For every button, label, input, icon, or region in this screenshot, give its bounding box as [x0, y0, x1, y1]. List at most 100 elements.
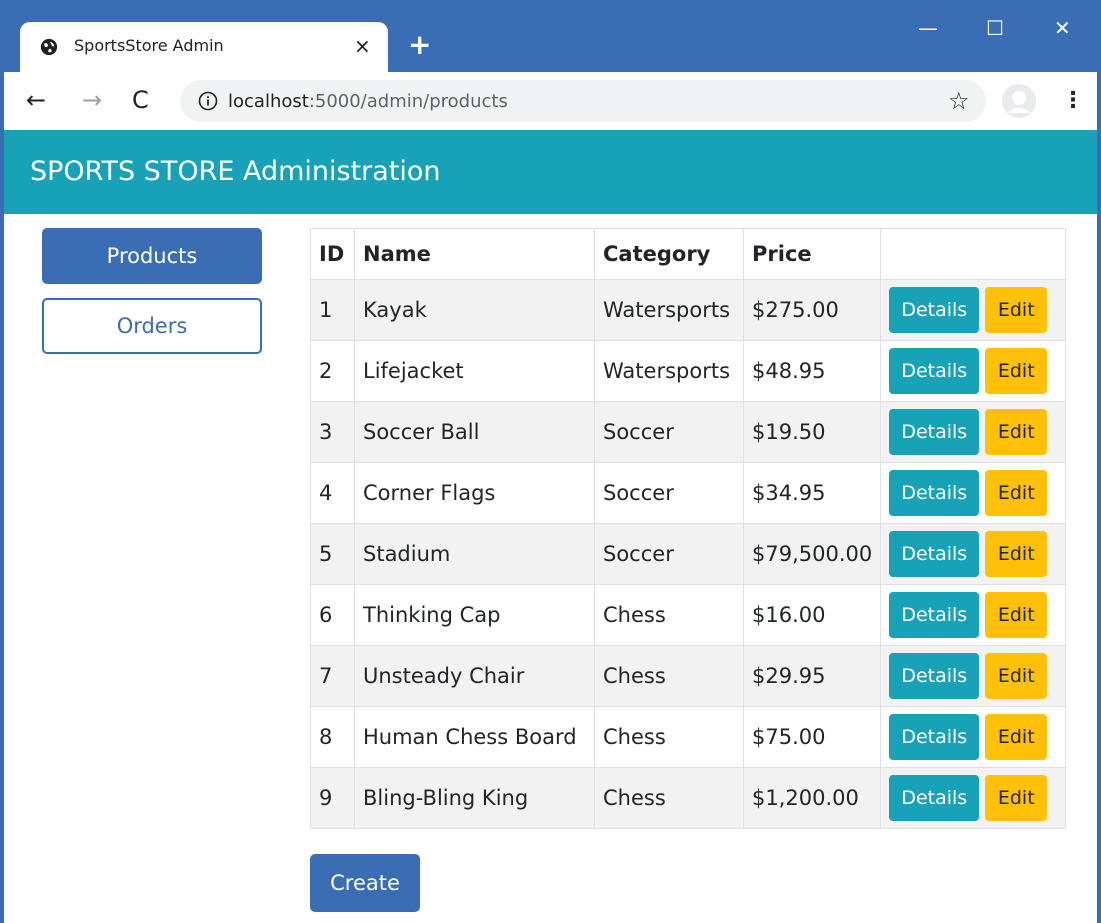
- cell-id: 2: [310, 340, 355, 402]
- cell-name: Lifejacket: [354, 340, 595, 402]
- page-header: SPORTS STORE Administration: [4, 130, 1097, 214]
- back-arrow-icon[interactable]: ←: [26, 86, 46, 114]
- maximize-icon[interactable]: ☐: [986, 16, 1004, 40]
- cell-name: Stadium: [354, 523, 595, 585]
- column-header-name: Name: [354, 228, 595, 280]
- table-row: 8 Human Chess Board Chess $75.00 Details Edit: [310, 706, 1067, 768]
- cell-price: $1,200.00: [742, 767, 882, 829]
- new-tab-icon[interactable]: +: [408, 30, 431, 60]
- edit-button[interactable]: Edit: [985, 531, 1048, 577]
- products-table: ID Name Category Price 1 Kayak Watersports…: [310, 228, 1067, 829]
- details-button[interactable]: Details: [889, 653, 980, 699]
- cell-name: Unsteady Chair: [354, 645, 595, 707]
- cell-price: $48.95: [742, 340, 882, 402]
- details-button[interactable]: Details: [889, 714, 980, 760]
- table-row: 4 Corner Flags Soccer $34.95 Details Edit: [310, 462, 1067, 524]
- page-title: SPORTS STORE Administration: [30, 156, 441, 187]
- details-button[interactable]: Details: [889, 592, 980, 638]
- cell-name: Bling-Bling King: [354, 767, 595, 829]
- cell-id: 6: [310, 584, 355, 646]
- tab-bar: SportsStore Admin × + — ☐ ✕: [4, 0, 1097, 72]
- cell-id: 5: [310, 523, 355, 585]
- cell-name: Human Chess Board: [354, 706, 595, 768]
- table-row: 9 Bling-Bling King Chess $1,200.00 Details Ed…: [310, 767, 1067, 829]
- column-header-actions: [880, 228, 1067, 280]
- cell-actions: Details Edit: [880, 584, 1067, 646]
- cell-price: $275.00: [742, 279, 882, 341]
- cell-category: Soccer: [594, 462, 744, 524]
- details-button[interactable]: Details: [889, 287, 980, 333]
- table-header-row: ID Name Category Price: [310, 228, 1067, 280]
- browser-window: SportsStore Admin × + — ☐ ✕ ← → C localh…: [0, 0, 1101, 923]
- details-button[interactable]: Details: [889, 531, 980, 577]
- cell-category: Chess: [594, 767, 744, 829]
- edit-button[interactable]: Edit: [985, 653, 1048, 699]
- cell-actions: Details Edit: [880, 462, 1067, 524]
- edit-button[interactable]: Edit: [985, 409, 1048, 455]
- browser-menu-icon[interactable]: ⋮: [1062, 88, 1084, 114]
- edit-button[interactable]: Edit: [985, 775, 1048, 821]
- column-header-id: ID: [310, 228, 355, 280]
- details-button[interactable]: Details: [889, 348, 980, 394]
- cell-price: $29.95: [742, 645, 882, 707]
- details-button[interactable]: Details: [889, 470, 980, 516]
- bookmark-star-icon[interactable]: ☆: [948, 88, 970, 114]
- details-button[interactable]: Details: [889, 409, 980, 455]
- cell-id: 9: [310, 767, 355, 829]
- browser-tab[interactable]: SportsStore Admin ×: [20, 22, 388, 72]
- url-path: :5000/admin/products: [308, 91, 508, 112]
- minimize-icon[interactable]: —: [918, 16, 938, 40]
- cell-name: Corner Flags: [354, 462, 595, 524]
- info-icon[interactable]: [198, 91, 218, 111]
- table-row: 6 Thinking Cap Chess $16.00 Details Edit: [310, 584, 1067, 646]
- sidebar-item-orders[interactable]: Orders: [42, 298, 262, 354]
- cell-actions: Details Edit: [880, 279, 1067, 341]
- forward-arrow-icon[interactable]: →: [82, 86, 102, 114]
- cell-price: $79,500.00: [742, 523, 882, 585]
- cell-category: Chess: [594, 584, 744, 646]
- edit-button[interactable]: Edit: [985, 287, 1048, 333]
- table-body: 1 Kayak Watersports $275.00 Details Edit 2 Life…: [310, 279, 1067, 829]
- cell-category: Soccer: [594, 523, 744, 585]
- cell-price: $34.95: [742, 462, 882, 524]
- edit-button[interactable]: Edit: [985, 470, 1048, 516]
- create-button[interactable]: Create: [310, 854, 420, 912]
- url-host: localhost: [228, 91, 309, 112]
- cell-price: $16.00: [742, 584, 882, 646]
- sidebar-item-products[interactable]: Products: [42, 228, 262, 284]
- cell-category: Watersports: [594, 279, 744, 341]
- edit-button[interactable]: Edit: [985, 714, 1048, 760]
- cell-id: 7: [310, 645, 355, 707]
- details-button[interactable]: Details: [889, 775, 980, 821]
- cell-category: Soccer: [594, 401, 744, 463]
- cell-actions: Details Edit: [880, 401, 1067, 463]
- tab-title: SportsStore Admin: [74, 36, 224, 55]
- column-header-category: Category: [594, 228, 744, 280]
- cell-actions: Details Edit: [880, 767, 1067, 829]
- cell-actions: Details Edit: [880, 706, 1067, 768]
- edit-button[interactable]: Edit: [985, 592, 1048, 638]
- table-row: 2 Lifejacket Watersports $48.95 Details Edit: [310, 340, 1067, 402]
- cell-name: Kayak: [354, 279, 595, 341]
- cell-id: 4: [310, 462, 355, 524]
- cell-name: Soccer Ball: [354, 401, 595, 463]
- profile-avatar-icon[interactable]: [1002, 84, 1036, 118]
- cell-category: Chess: [594, 706, 744, 768]
- globe-icon: [40, 38, 58, 56]
- cell-actions: Details Edit: [880, 340, 1067, 402]
- tab-close-icon[interactable]: ×: [354, 34, 371, 58]
- cell-name: Thinking Cap: [354, 584, 595, 646]
- cell-price: $19.50: [742, 401, 882, 463]
- close-window-icon[interactable]: ✕: [1054, 16, 1071, 40]
- cell-category: Chess: [594, 645, 744, 707]
- url-text: localhost:5000/admin/products: [228, 91, 508, 112]
- cell-id: 8: [310, 706, 355, 768]
- edit-button[interactable]: Edit: [985, 348, 1048, 394]
- url-omnibox[interactable]: localhost:5000/admin/products: [180, 80, 986, 122]
- table-row: 5 Stadium Soccer $79,500.00 Details Edit: [310, 523, 1067, 585]
- cell-price: $75.00: [742, 706, 882, 768]
- column-header-price: Price: [742, 228, 882, 280]
- cell-category: Watersports: [594, 340, 744, 402]
- reload-icon[interactable]: C: [132, 86, 149, 114]
- table-row: 7 Unsteady Chair Chess $29.95 Details Edit: [310, 645, 1067, 707]
